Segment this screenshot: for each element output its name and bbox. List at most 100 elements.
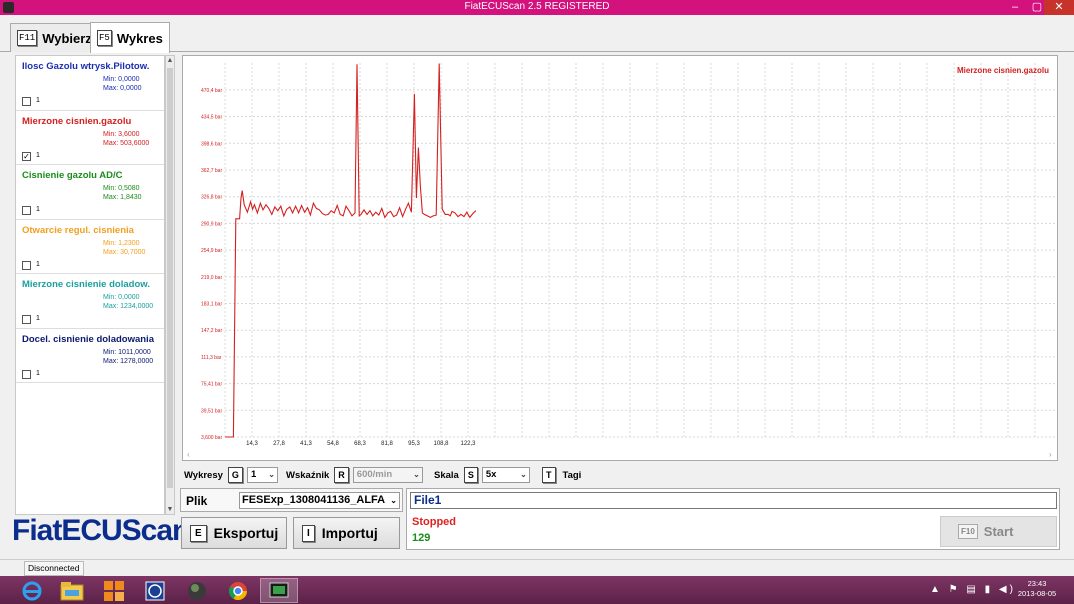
x-tick-label: 27,8	[273, 441, 285, 447]
file-panel: Plik FESExp_1308041136_ALFA ⌄ E Eksportu…	[180, 488, 403, 550]
x-tick-label: 108,8	[433, 441, 449, 447]
parameter-count: 1	[36, 369, 40, 377]
scroll-up-icon[interactable]: ▲	[166, 57, 174, 64]
system-tray-icons[interactable]: ▲ ⚑ ▤ ▮ ◀)	[930, 584, 1016, 595]
parameter-item[interactable]: Otwarcie regul. cisnienia Min: 1,2300 Max:…	[16, 220, 164, 274]
globe-icon[interactable]	[178, 578, 216, 603]
close-button[interactable]: ✕	[1044, 0, 1074, 15]
plik-label: Plik	[186, 494, 208, 508]
parameter-list: Ilosc Gazolu wtrysk.Pilotow. Min: 0,0000 M…	[15, 55, 165, 515]
parameter-item[interactable]: Cisnienie gazolu AD/C Min: 0,5080 Max: 1,8…	[16, 165, 164, 220]
chart-legend: Mierzone cisnien.gazolu	[957, 66, 1049, 75]
tab-wybierz[interactable]: F11 Wybierz	[10, 23, 99, 52]
explorer-icon[interactable]	[53, 578, 91, 603]
y-tick-label: 434,5 bar	[201, 115, 222, 121]
chart-panel: 3,600 bar 39,51 bar 75,41 bar 111,3 bar 147,…	[182, 55, 1058, 461]
parameter-list-scrollbar[interactable]: ▲ ▼	[165, 55, 175, 515]
wskaznik-value: 600/min	[356, 469, 393, 480]
fiatecuscan-icon[interactable]	[260, 578, 298, 603]
parameter-item[interactable]: Docel. cisnienie doladowania Min: 1011,00…	[16, 329, 164, 383]
parameter-checkbox[interactable]	[22, 97, 31, 106]
file-select-value: FESExp_1308041136_ALFA	[242, 494, 386, 506]
wskaznik-select[interactable]: 600/min ⌄	[352, 467, 423, 483]
tab-bar: F11 Wybierz F5 Wykres	[0, 15, 1074, 53]
y-tick-label: 290,9 bar	[201, 221, 222, 227]
eksportuj-label: Eksportuj	[213, 525, 279, 541]
wykresy-select[interactable]: 1 ⌄	[246, 467, 278, 483]
chrome-icon[interactable]	[219, 578, 257, 603]
chevron-down-icon: ⌄	[390, 493, 397, 508]
parameter-max: Max: 1278,0000	[103, 357, 154, 365]
parameter-min: Min: 1011,0000	[103, 348, 151, 356]
f10-key-icon: F10	[958, 524, 978, 539]
ie-icon[interactable]	[13, 578, 51, 603]
wskaznik-label: Wskaźnik	[286, 469, 330, 481]
tab-wykres[interactable]: F5 Wykres	[90, 22, 170, 53]
title-bar: FiatECUScan 2.5 REGISTERED – ▢ ✕	[0, 0, 1074, 15]
parameter-min: Min: 1,2300	[103, 239, 140, 247]
s-key-icon: S	[463, 467, 478, 483]
f11-key-icon: F11	[17, 30, 38, 46]
parameter-checkbox-checked[interactable]: ✓	[22, 151, 31, 161]
eksportuj-button[interactable]: E Eksportuj	[181, 517, 287, 549]
parameter-checkbox[interactable]	[22, 369, 31, 379]
status-bar: Disconnected	[0, 559, 1074, 576]
status-text: Stopped	[412, 516, 456, 528]
chart-controls: Wykresy G 1 ⌄ Wskaźnik R 600/min ⌄ Skala…	[184, 466, 784, 484]
wykresy-value: 1	[250, 469, 257, 480]
x-tick-label: 122,3	[460, 441, 476, 447]
window-title: FiatECUScan 2.5 REGISTERED	[464, 1, 610, 12]
start-label: Start	[983, 524, 1014, 539]
parameter-name: Otwarcie regul. cisnienia	[22, 224, 134, 236]
start-button[interactable]: F10 Start	[940, 516, 1057, 547]
metro-icon[interactable]	[95, 578, 133, 603]
parameter-name: Mierzone cisnienie doladow.	[22, 279, 150, 290]
clock[interactable]: 23:43 2013-08-05	[1012, 579, 1062, 599]
parameter-count: 1	[36, 260, 40, 268]
skala-value: 5x	[485, 469, 497, 480]
r-key-icon: R	[334, 467, 349, 483]
parameter-checkbox[interactable]	[22, 315, 31, 324]
parameter-item[interactable]: Ilosc Gazolu wtrysk.Pilotow. Min: 0,0000 M…	[16, 56, 164, 111]
y-tick-label: 219,0 bar	[201, 275, 222, 281]
t-key-icon[interactable]: T	[542, 467, 556, 483]
y-tick-label: 183,1 bar	[201, 302, 222, 308]
parameter-count: 1	[36, 315, 40, 322]
scroll-right-icon: ›	[1049, 450, 1052, 459]
parameter-item[interactable]: Mierzone cisnienie doladow. Min: 0,0000 Ma…	[16, 274, 164, 329]
parameter-checkbox[interactable]	[22, 206, 31, 215]
importuj-button[interactable]: I Importuj	[293, 517, 400, 549]
help-icon[interactable]	[136, 578, 174, 603]
y-tick-label: 362,7 bar	[201, 168, 222, 174]
y-tick-label: 470,4 bar	[201, 88, 222, 94]
parameter-max: Max: 30,7000	[103, 248, 146, 256]
pressure-chart: 3,600 bar 39,51 bar 75,41 bar 111,3 bar 147,…	[187, 63, 1055, 459]
file-select[interactable]: FESExp_1308041136_ALFA ⌄	[239, 492, 400, 509]
parameter-name: Ilosc Gazolu wtrysk.Pilotow.	[22, 61, 150, 72]
parameter-max: Max: 0,0000	[103, 85, 142, 92]
scrollbar-thumb[interactable]	[167, 68, 173, 488]
wykresy-label: Wykresy	[184, 469, 223, 481]
scroll-down-icon[interactable]: ▼	[166, 506, 174, 513]
parameter-checkbox[interactable]	[22, 260, 31, 270]
e-key-icon: E	[190, 524, 207, 542]
parameter-count: 1	[36, 151, 40, 159]
x-tick-label: 68,3	[354, 441, 366, 447]
parameter-item[interactable]: Mierzone cisnien.gazolu Min: 3,6000 Max: 5…	[16, 111, 164, 165]
taskbar: ▲ ⚑ ▤ ▮ ◀) 23:43 2013-08-05	[0, 576, 1074, 604]
i-key-icon: I	[302, 524, 315, 542]
session-name-field[interactable]: File1	[410, 492, 1057, 509]
clock-time: 23:43	[1027, 579, 1047, 588]
importuj-label: Importuj	[321, 525, 378, 541]
parameter-count: 1	[36, 206, 40, 213]
parameter-max: Max: 1,8430	[103, 194, 142, 201]
parameter-name: Mierzone cisnien.gazolu	[22, 115, 132, 127]
skala-label: Skala	[434, 469, 459, 481]
x-tick-label: 54,8	[327, 441, 339, 447]
skala-select[interactable]: 5x ⌄	[481, 467, 530, 483]
tab-wykres-label: Wykres	[116, 30, 163, 46]
connection-status: Disconnected	[24, 561, 84, 576]
minimize-button[interactable]: –	[1004, 0, 1026, 15]
y-tick-label: 3,600 bar	[201, 435, 222, 441]
y-tick-label: 326,8 bar	[201, 195, 222, 201]
